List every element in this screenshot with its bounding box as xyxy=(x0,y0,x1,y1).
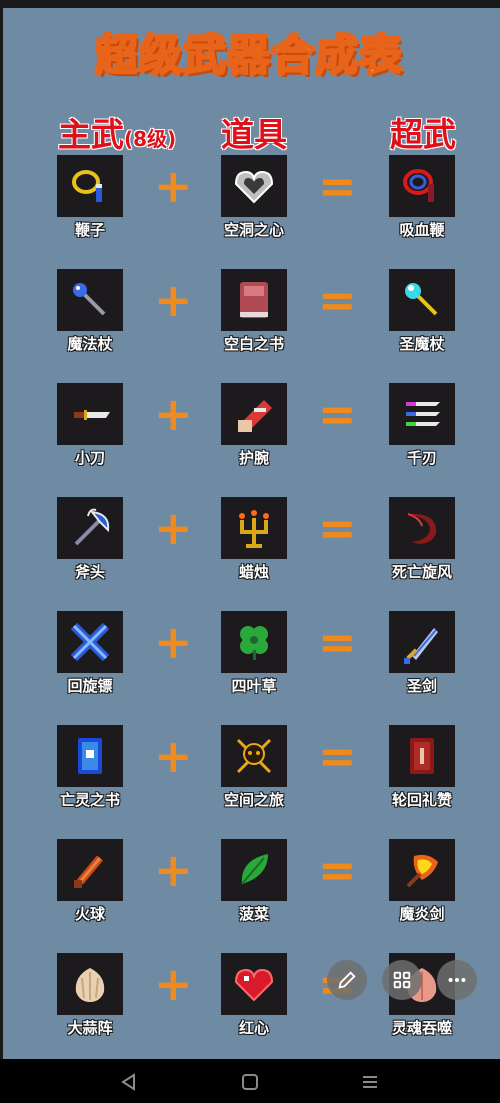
plus-sign: + xyxy=(154,843,193,897)
thousand-edge-icon xyxy=(389,383,455,445)
equals-sign: = xyxy=(318,615,357,669)
status-bar xyxy=(0,0,500,8)
heaven-sword-icon xyxy=(389,611,455,673)
item-label: 空间之旅 xyxy=(223,791,284,809)
result-label: 灵魂吞噬 xyxy=(391,1019,452,1037)
candelabra-icon xyxy=(221,497,287,559)
axe-icon xyxy=(57,497,123,559)
recipe-row: + = 斧头 蜡烛 死亡旋风 xyxy=(0,497,500,597)
spinach-icon xyxy=(221,839,287,901)
recipe-row: + = 小刀 护腕 千刃 xyxy=(0,383,500,483)
weapon-label: 大蒜阵 xyxy=(67,1019,113,1037)
result-label: 千刃 xyxy=(406,449,437,467)
equals-sign: = xyxy=(318,501,357,555)
header-main-label: 主武 xyxy=(58,115,124,154)
pencil-icon xyxy=(338,971,356,989)
plus-sign: + xyxy=(154,957,193,1011)
item-label: 护腕 xyxy=(238,449,269,467)
header-super-weapon: 超武 xyxy=(390,115,456,154)
recipe-row: + = 魔法杖 空白之书 圣魔杖 xyxy=(0,269,500,369)
more-button[interactable] xyxy=(437,960,477,1000)
result-label: 魔炎剑 xyxy=(399,905,445,923)
result-label: 轮回礼赞 xyxy=(391,791,452,809)
holy-wand-icon xyxy=(389,269,455,331)
fire-wand-icon xyxy=(57,839,123,901)
recipe-row: + = 亡灵之书 空间之旅 轮回礼赞 xyxy=(0,725,500,825)
item-label: 菠菜 xyxy=(238,905,269,923)
weapon-label: 小刀 xyxy=(74,449,105,467)
weapon-label: 火球 xyxy=(74,905,105,923)
home-icon[interactable] xyxy=(241,1073,259,1091)
garlic-icon xyxy=(57,953,123,1015)
weapon-label: 魔法杖 xyxy=(67,335,113,353)
plus-sign: + xyxy=(154,615,193,669)
navigation-bar xyxy=(0,1059,500,1103)
item-label: 蜡烛 xyxy=(238,563,269,581)
hollow-heart-icon xyxy=(221,155,287,217)
weapon-label: 鞭子 xyxy=(74,221,105,239)
knife-icon xyxy=(57,383,123,445)
plus-sign: + xyxy=(154,273,193,327)
weapon-label: 斧头 xyxy=(74,563,105,581)
result-label: 圣剑 xyxy=(406,677,437,695)
result-label: 死亡旋风 xyxy=(391,563,452,581)
item-label: 空白之书 xyxy=(223,335,284,353)
bracer-icon xyxy=(221,383,287,445)
recipe-row: + = 火球 菠菜 魔炎剑 xyxy=(0,839,500,939)
header-item: 道具 xyxy=(221,115,287,154)
weapon-label: 回旋镖 xyxy=(67,677,113,695)
clover-icon xyxy=(221,611,287,673)
item-label: 四叶草 xyxy=(231,677,277,695)
recipe-row: + = 回旋镖 四叶草 圣剑 xyxy=(0,611,500,711)
unholy-vespers-icon xyxy=(389,725,455,787)
more-icon xyxy=(448,977,466,983)
item-label: 空洞之心 xyxy=(223,221,284,239)
whip-icon xyxy=(57,155,123,217)
equals-sign: = xyxy=(318,273,357,327)
back-icon[interactable] xyxy=(120,1073,138,1091)
hellfire-icon xyxy=(389,839,455,901)
header-main-sub: (8级) xyxy=(124,127,177,151)
plus-sign: + xyxy=(154,501,193,555)
result-label: 吸血鞭 xyxy=(399,221,445,239)
empty-tome-icon xyxy=(221,269,287,331)
cross-icon xyxy=(57,611,123,673)
equals-sign: = xyxy=(318,387,357,441)
plus-sign: + xyxy=(154,387,193,441)
page-title: 超级武器合成表 xyxy=(95,30,404,81)
equals-sign: = xyxy=(318,159,357,213)
bloody-tear-icon xyxy=(389,155,455,217)
death-spiral-icon xyxy=(389,497,455,559)
skull-icon xyxy=(221,725,287,787)
item-label: 红心 xyxy=(238,1019,269,1037)
plus-sign: + xyxy=(154,729,193,783)
equals-sign: = xyxy=(318,729,357,783)
plus-sign: + xyxy=(154,159,193,213)
king-bible-icon xyxy=(57,725,123,787)
header-main-weapon: 主武(8级) xyxy=(58,108,176,156)
grid-icon xyxy=(393,971,411,989)
edit-button[interactable] xyxy=(327,960,367,1000)
heart-icon xyxy=(221,953,287,1015)
result-label: 圣魔杖 xyxy=(399,335,445,353)
magic-wand-icon xyxy=(57,269,123,331)
grid-button[interactable] xyxy=(382,960,422,1000)
menu-icon[interactable] xyxy=(361,1073,379,1091)
weapon-label: 亡灵之书 xyxy=(59,791,120,809)
equals-sign: = xyxy=(318,843,357,897)
recipe-row: + = 大蒜阵 红心 灵魂吞噬 xyxy=(0,953,500,1053)
recipe-row: + = 鞭子 空洞之心 吸血鞭 xyxy=(0,155,500,255)
